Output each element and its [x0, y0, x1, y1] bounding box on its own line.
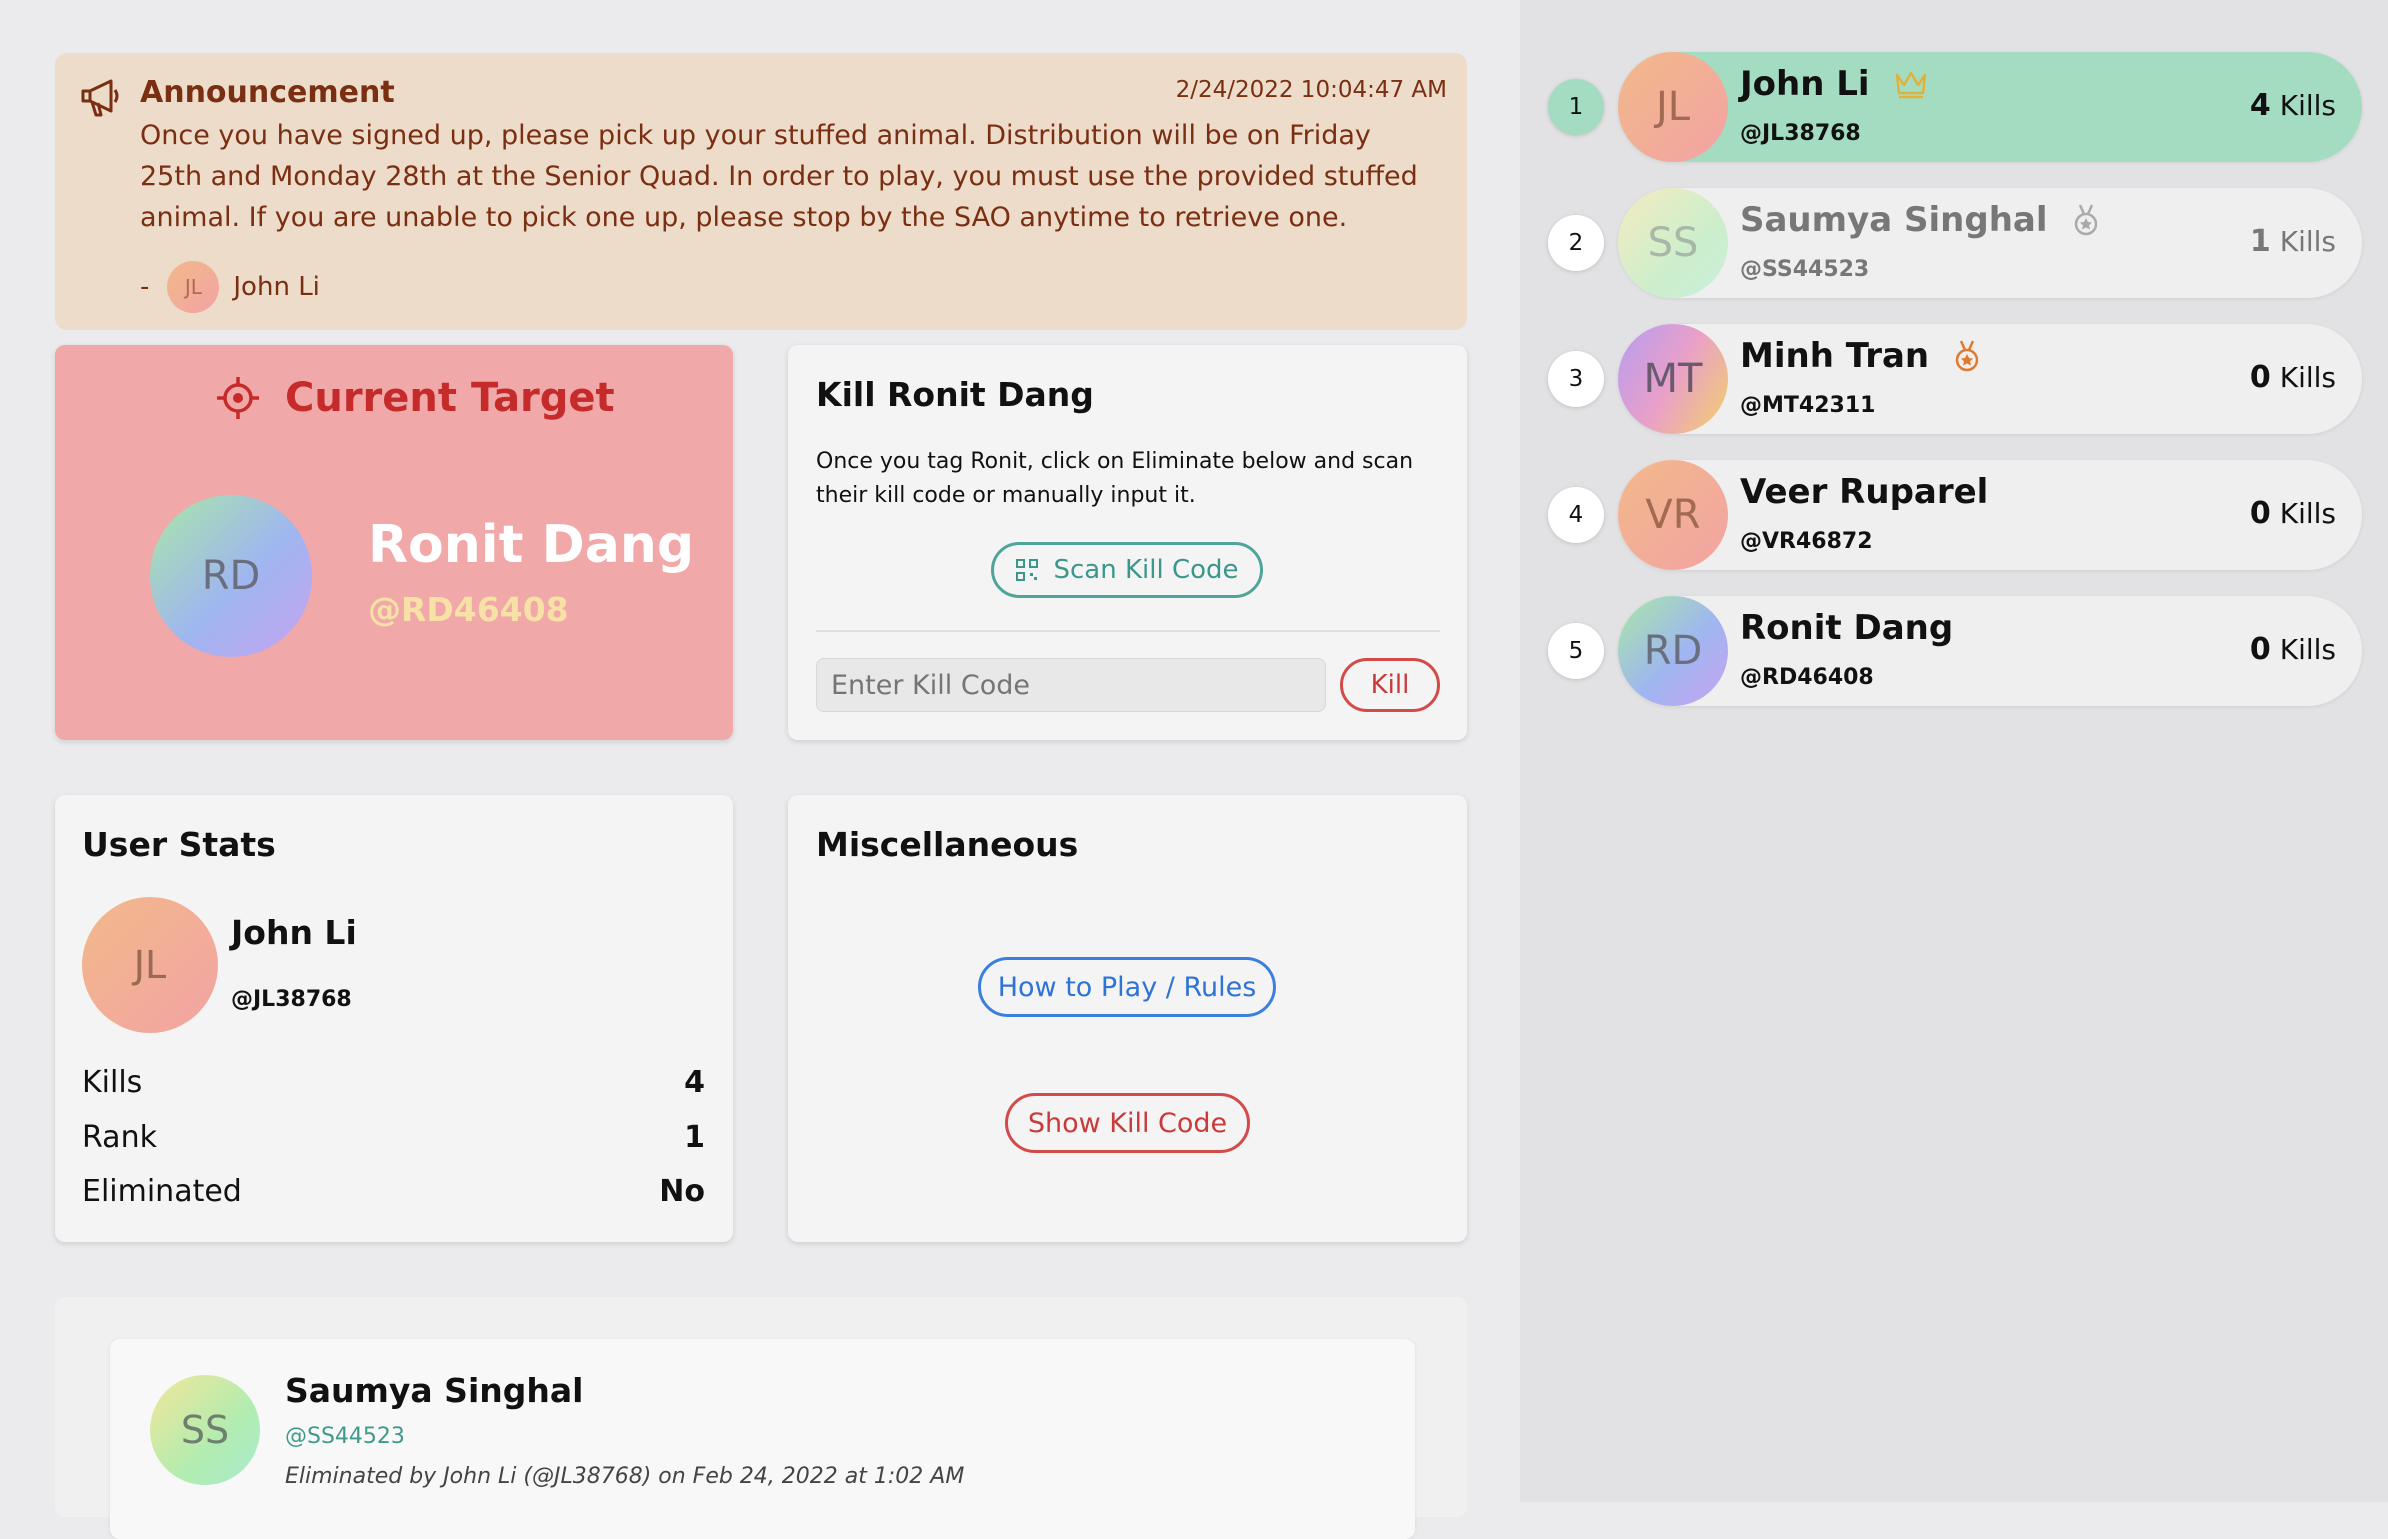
author-name: John Li: [233, 272, 320, 302]
silver-medal-icon: [2074, 204, 2097, 236]
leaderboard-name: Veer Ruparel: [1740, 472, 1988, 512]
kill-code-input[interactable]: [816, 658, 1326, 712]
current-target-card: Current Target RD Ronit Dang @RD46408: [55, 345, 733, 740]
leaderboard-handle: @JL38768: [1740, 121, 1861, 146]
announcement-date: 2/24/2022 10:04:47 AM: [1175, 77, 1447, 103]
stat-row-kills: Kills 4: [82, 1065, 705, 1100]
leaderboard-name: Minh Tran: [1740, 336, 1981, 376]
feed-handle[interactable]: @SS44523: [285, 1424, 405, 1449]
kill-count: 0: [2249, 496, 2271, 531]
leaderboard-handle: @VR46872: [1740, 529, 1873, 554]
leaderboard-kills: 1 Kills: [2250, 224, 2336, 259]
rank-badge: 4: [1548, 487, 1604, 543]
kills-label: Kills: [2279, 497, 2336, 530]
kills-label: Kills: [2279, 89, 2336, 122]
avatar: SS: [150, 1375, 260, 1485]
kill-card: Kill Ronit Dang Once you tag Ronit, clic…: [788, 345, 1467, 740]
target-name: Ronit Dang: [368, 515, 695, 575]
leaderboard-row[interactable]: 2 SS Saumya Singhal @SS44523 1 Kills: [1548, 188, 2362, 298]
list-item: SS Saumya Singhal @SS44523 Eliminated by…: [110, 1339, 1415, 1539]
user-stats-title: User Stats: [82, 825, 276, 864]
leaderboard-row[interactable]: 5 RD Ronit Dang @RD46408 0 Kills: [1548, 596, 2362, 706]
kill-count: 0: [2249, 360, 2271, 395]
divider: [816, 630, 1440, 632]
kill-count: 4: [2249, 88, 2271, 123]
kills-label: Kills: [2279, 361, 2336, 394]
current-target-title: Current Target: [285, 375, 615, 421]
leaderboard-name-text: Veer Ruparel: [1740, 472, 1989, 512]
kill-count: 0: [2249, 632, 2271, 667]
leaderboard-row[interactable]: 3 MT Minh Tran @MT42311 0 Kills: [1548, 324, 2362, 434]
leaderboard-name-text: Minh Tran: [1740, 336, 1930, 376]
current-target-header: Current Target: [215, 375, 615, 421]
leaderboard-name: Saumya Singhal: [1740, 200, 2100, 240]
leaderboard-name-text: Saumya Singhal: [1740, 200, 2048, 240]
leaderboard-handle: @MT42311: [1740, 393, 1876, 418]
miscellaneous-title: Miscellaneous: [816, 825, 1079, 864]
main-content: Announcement 2/24/2022 10:04:47 AM Once …: [0, 0, 1520, 1539]
announcement-body: Once you have signed up, please pick up …: [140, 120, 1418, 233]
kill-button[interactable]: Kill: [1340, 658, 1440, 712]
avatar: MT: [1618, 324, 1728, 434]
stat-row-rank: Rank 1: [82, 1120, 705, 1155]
leaderboard-handle: @RD46408: [1740, 665, 1874, 690]
rank-badge: 1: [1548, 79, 1604, 135]
target-avatar: RD: [150, 495, 312, 657]
leaderboard-name-text: Ronit Dang: [1740, 608, 1954, 648]
leaderboard-handle: @SS44523: [1740, 257, 1870, 282]
user-name: John Li: [231, 913, 357, 952]
feed-name: Saumya Singhal: [285, 1371, 584, 1410]
leaderboard-row[interactable]: 1 JL John Li @JL38768 4 Kills: [1548, 52, 2362, 162]
elimination-feed: SS Saumya Singhal @SS44523 Eliminated by…: [55, 1297, 1467, 1539]
author-dash: -: [140, 272, 150, 302]
stat-value: No: [659, 1174, 705, 1209]
show-kill-code-button[interactable]: Show Kill Code: [1005, 1093, 1250, 1153]
leaderboard-kills: 4 Kills: [2250, 88, 2336, 123]
stat-value: 4: [684, 1065, 705, 1100]
user-handle: @JL38768: [231, 987, 352, 1012]
leaderboard-name: Ronit Dang: [1740, 608, 1953, 648]
rank-badge: 2: [1548, 215, 1604, 271]
leaderboard-name-text: John Li: [1740, 64, 1870, 104]
scan-kill-code-label: Scan Kill Code: [1053, 555, 1239, 585]
avatar: VR: [1618, 460, 1728, 570]
announcement-title: Announcement: [140, 75, 395, 110]
stat-value: 1: [684, 1120, 705, 1155]
target-handle: @RD46408: [368, 590, 569, 629]
megaphone-icon: [81, 79, 119, 117]
leaderboard-row[interactable]: 4 VR Veer Ruparel @VR46872 0 Kills: [1548, 460, 2362, 570]
leaderboard-kills: 0 Kills: [2250, 496, 2336, 531]
stat-row-eliminated: Eliminated No: [82, 1174, 705, 1209]
kill-instructions: Once you tag Ronit, click on Eliminate b…: [816, 449, 1414, 508]
leaderboard-kills: 0 Kills: [2250, 360, 2336, 395]
kills-label: Kills: [2279, 225, 2336, 258]
kill-title: Kill Ronit Dang: [816, 375, 1094, 414]
avatar: RD: [1618, 596, 1728, 706]
qr-code-icon: [1016, 559, 1039, 581]
feed-description: Eliminated by John Li (@JL38768) on Feb …: [285, 1464, 965, 1489]
bronze-medal-icon: [1955, 340, 1979, 372]
avatar: JL: [1618, 52, 1728, 162]
announcement-author: - JL John Li: [140, 261, 320, 313]
kills-label: Kills: [2279, 633, 2336, 666]
crown-icon: [1895, 71, 1926, 99]
avatar: SS: [1618, 188, 1728, 298]
miscellaneous-card: Miscellaneous How to Play / Rules Show K…: [788, 795, 1467, 1242]
kill-count: 1: [2249, 224, 2271, 259]
rank-badge: 3: [1548, 351, 1604, 407]
stat-label: Rank: [82, 1120, 157, 1155]
stat-label: Eliminated: [82, 1174, 242, 1209]
rank-badge: 5: [1548, 623, 1604, 679]
how-to-play-button[interactable]: How to Play / Rules: [978, 957, 1276, 1017]
leaderboard-name: John Li: [1740, 64, 1928, 104]
scan-kill-code-button[interactable]: Scan Kill Code: [991, 542, 1263, 598]
leaderboard-kills: 0 Kills: [2250, 632, 2336, 667]
avatar: JL: [167, 261, 220, 313]
crosshair-icon: [217, 377, 259, 419]
user-stats-card: User Stats JL John Li @JL38768 Kills 4 R…: [55, 795, 733, 1242]
stat-label: Kills: [82, 1065, 143, 1100]
announcement-card: Announcement 2/24/2022 10:04:47 AM Once …: [55, 53, 1467, 330]
avatar: JL: [82, 897, 218, 1033]
